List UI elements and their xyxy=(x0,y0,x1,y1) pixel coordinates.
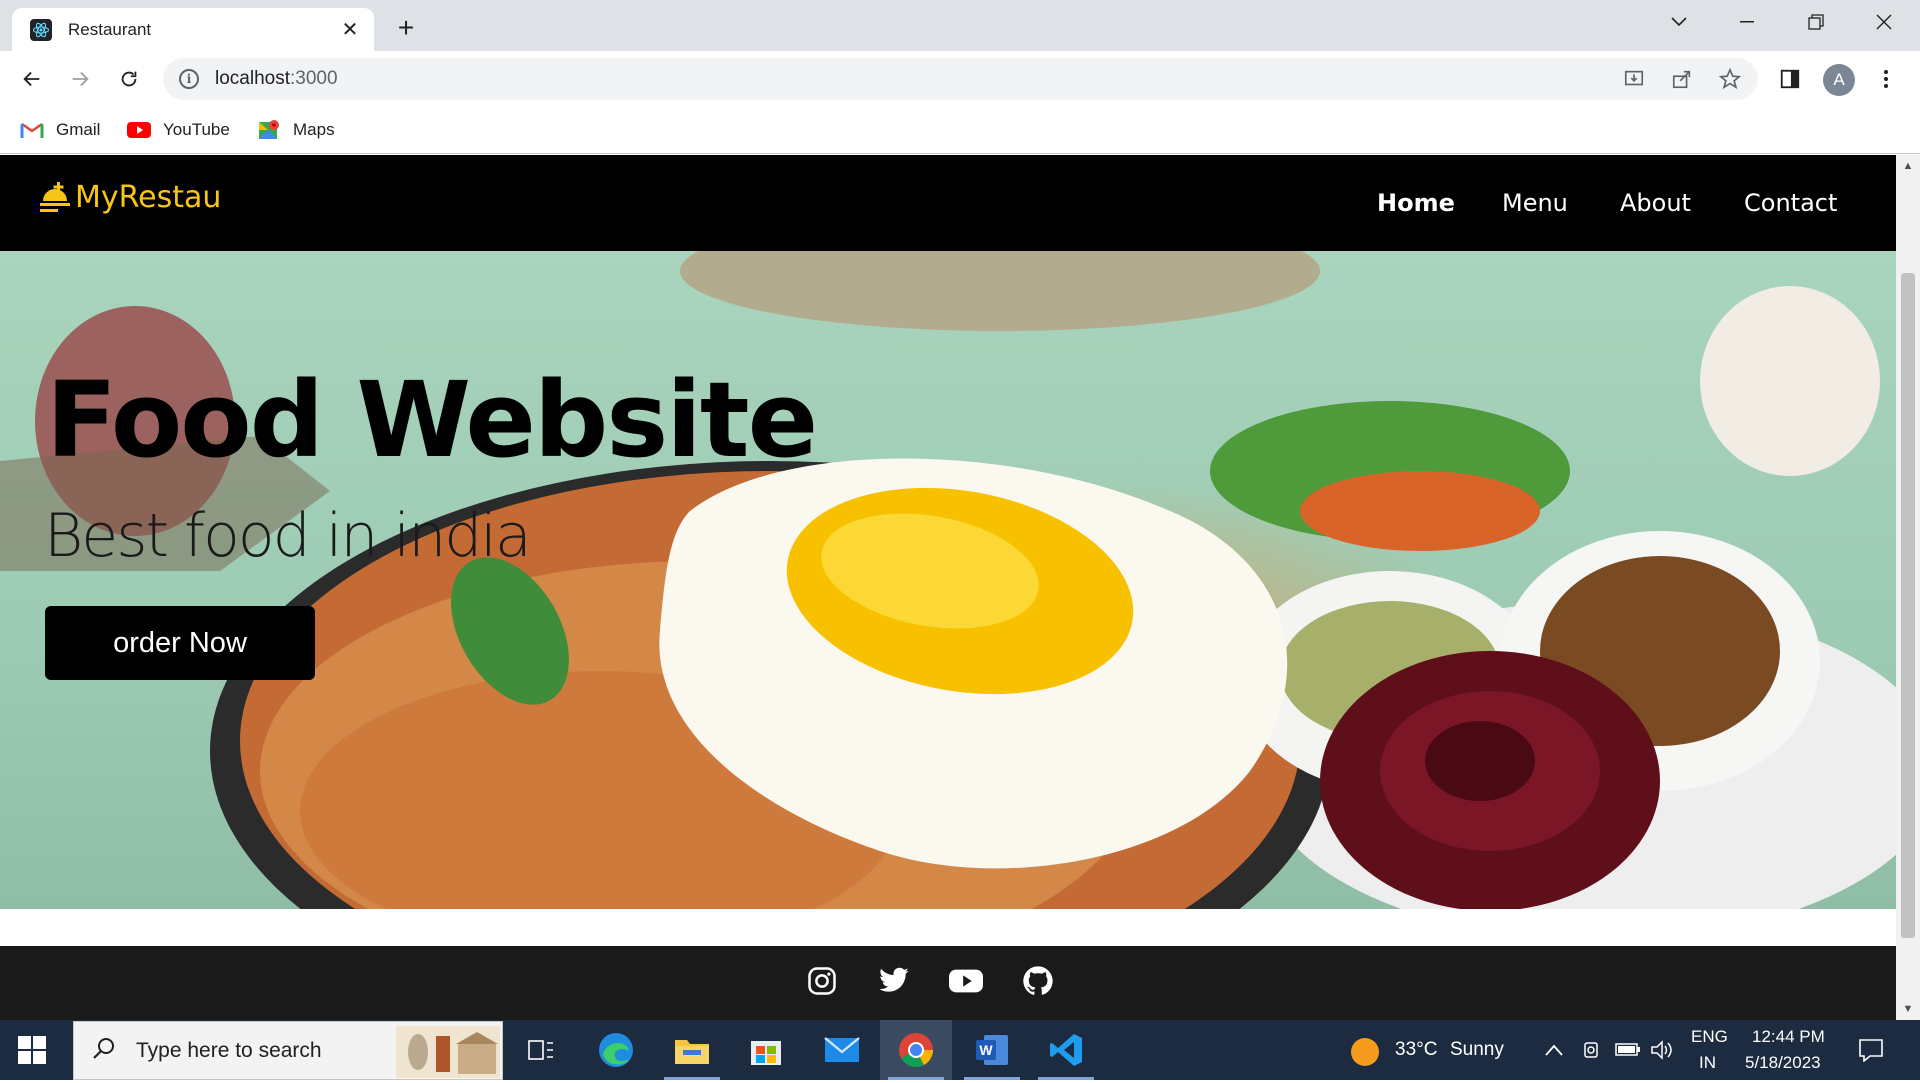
weather-desc[interactable]: Sunny xyxy=(1450,1039,1504,1061)
search-icon xyxy=(92,1036,116,1065)
browser-tab-strip: Restaurant ✕ + xyxy=(0,0,1920,51)
scroll-up-icon[interactable]: ▲ xyxy=(1902,160,1914,172)
bookmark-label: YouTube xyxy=(163,120,230,139)
twitter-icon[interactable] xyxy=(877,964,911,998)
clock-date[interactable]: 5/18/2023 xyxy=(1745,1053,1821,1073)
search-highlight-icon xyxy=(396,1026,500,1083)
profile-avatar[interactable]: A xyxy=(1823,64,1855,96)
language-indicator-2[interactable]: IN xyxy=(1699,1053,1716,1073)
hero-section: Food Website Best food in india order No… xyxy=(0,251,1896,909)
chrome-menu-icon[interactable] xyxy=(1870,63,1902,95)
nav-contact[interactable]: Contact xyxy=(1744,189,1837,217)
page-scrollbar[interactable]: ▲ ▼ xyxy=(1896,155,1920,1020)
scrollbar-thumb[interactable] xyxy=(1901,273,1915,938)
file-explorer-icon[interactable] xyxy=(656,1020,728,1080)
address-bar[interactable]: i localhost:3000 xyxy=(163,58,1758,100)
back-icon[interactable] xyxy=(15,62,49,96)
microsoft-store-icon[interactable] xyxy=(730,1020,802,1080)
minimize-icon[interactable] xyxy=(1727,6,1767,38)
browser-toolbar: i localhost:3000 xyxy=(0,51,1920,106)
site-info-icon[interactable]: i xyxy=(179,69,199,89)
nav-about[interactable]: About xyxy=(1620,189,1691,217)
side-panel-icon[interactable] xyxy=(1774,63,1806,95)
youtube-icon[interactable] xyxy=(949,964,983,998)
share-icon[interactable] xyxy=(1666,63,1698,95)
url-text: localhost:3000 xyxy=(215,68,338,89)
scroll-down-icon[interactable]: ▼ xyxy=(1902,1003,1914,1015)
bookmark-star-icon[interactable] xyxy=(1714,63,1746,95)
task-view-icon[interactable] xyxy=(505,1020,577,1080)
hero-title: Food Website xyxy=(46,359,818,481)
browser-tab[interactable]: Restaurant ✕ xyxy=(12,8,374,51)
hero-food-image xyxy=(0,251,1896,909)
bookmark-label: Gmail xyxy=(56,120,101,139)
svg-text:W: W xyxy=(979,1042,993,1058)
bookmark-label: Maps xyxy=(293,120,335,139)
reload-icon[interactable] xyxy=(112,62,146,96)
chevron-up-icon[interactable] xyxy=(1545,1040,1563,1061)
forward-icon[interactable] xyxy=(63,62,97,96)
install-app-icon[interactable] xyxy=(1618,63,1650,95)
youtube-logo-icon xyxy=(127,120,151,140)
order-now-button[interactable]: order Now xyxy=(45,606,315,680)
gmail-icon xyxy=(20,120,44,140)
site-logo[interactable]: MyRestau xyxy=(37,179,221,215)
site-navbar: MyRestau Home Menu About Contact xyxy=(0,155,1896,251)
mail-icon[interactable] xyxy=(806,1020,878,1080)
battery-icon[interactable] xyxy=(1615,1040,1641,1063)
windows-taskbar: Type here to search W 33°C Sunny ENG IN … xyxy=(0,1020,1920,1080)
volume-icon[interactable] xyxy=(1650,1040,1674,1065)
site-footer xyxy=(0,946,1896,1020)
clock-time[interactable]: 12:44 PM xyxy=(1752,1027,1825,1047)
edge-icon[interactable] xyxy=(580,1020,652,1080)
github-icon[interactable] xyxy=(1021,964,1055,998)
hero-subtitle: Best food in india xyxy=(44,501,532,571)
food-tray-icon xyxy=(40,182,70,212)
tab-search-icon[interactable] xyxy=(1659,6,1699,38)
vscode-icon[interactable] xyxy=(1030,1020,1102,1080)
maps-icon xyxy=(257,120,281,140)
search-placeholder: Type here to search xyxy=(136,1038,322,1062)
nav-home[interactable]: Home xyxy=(1377,189,1455,217)
close-tab-icon[interactable]: ✕ xyxy=(336,16,364,44)
react-icon xyxy=(30,18,52,41)
word-icon[interactable]: W xyxy=(956,1020,1028,1080)
nav-menu[interactable]: Menu xyxy=(1502,189,1568,217)
bookmark-maps[interactable]: Maps xyxy=(257,116,335,144)
page-viewport: MyRestau Home Menu About Contact Food We… xyxy=(0,155,1896,1020)
restore-icon[interactable] xyxy=(1796,6,1836,38)
bookmark-youtube[interactable]: YouTube xyxy=(127,116,230,144)
notifications-icon[interactable] xyxy=(1858,1038,1884,1067)
tab-title: Restaurant xyxy=(68,19,152,39)
meet-now-icon[interactable] xyxy=(1582,1040,1602,1065)
logo-text: MyRestau xyxy=(75,179,222,215)
close-window-icon[interactable] xyxy=(1864,6,1904,38)
chrome-taskbar-icon[interactable] xyxy=(880,1020,952,1080)
new-tab-button[interactable]: + xyxy=(390,12,422,44)
weather-sun-icon[interactable] xyxy=(1350,1037,1380,1072)
windows-start-icon[interactable] xyxy=(18,1036,46,1064)
taskbar-search-box[interactable]: Type here to search xyxy=(73,1021,503,1080)
bookmarks-bar: Gmail YouTube Maps xyxy=(0,106,1920,154)
weather-temp[interactable]: 33°C xyxy=(1395,1039,1437,1061)
language-indicator-1[interactable]: ENG xyxy=(1691,1027,1728,1047)
bookmark-gmail[interactable]: Gmail xyxy=(20,116,100,144)
instagram-icon[interactable] xyxy=(805,964,839,998)
